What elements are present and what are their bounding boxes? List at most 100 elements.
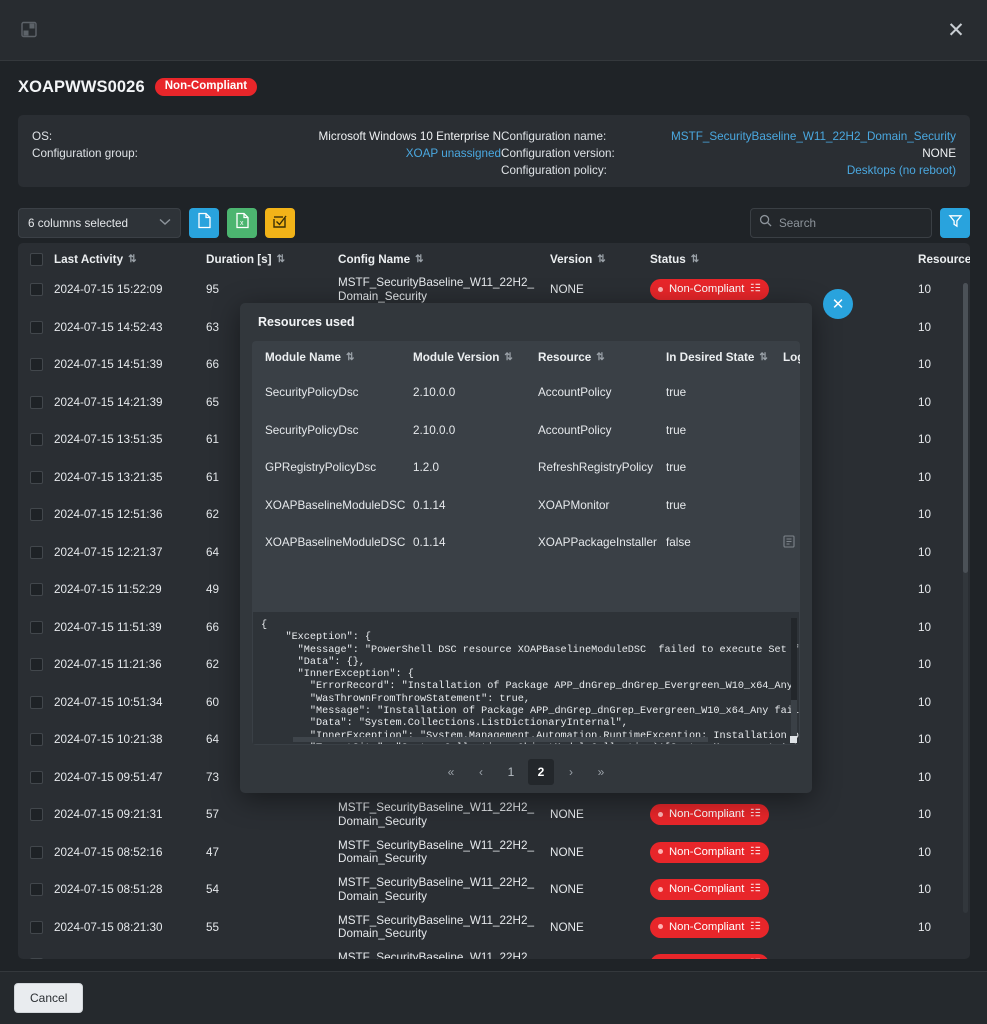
- resources-table-row[interactable]: SecurityPolicyDsc 2.10.0.0 AccountPolicy tr…: [252, 374, 800, 412]
- row-checkbox[interactable]: [29, 658, 43, 672]
- column-header-version[interactable]: Version ⇅: [550, 253, 650, 266]
- pagination-last-button[interactable]: »: [588, 759, 614, 785]
- exception-log-panel[interactable]: { "Exception": { "Message": "PowerShell …: [253, 612, 799, 744]
- search-box[interactable]: [750, 208, 932, 238]
- row-checkbox[interactable]: [29, 883, 43, 897]
- column-header-status[interactable]: Status ⇅: [650, 253, 918, 266]
- table-scrollbar[interactable]: [963, 283, 968, 913]
- cell-status: Non-Compliant: [650, 879, 918, 901]
- column-selector-dropdown[interactable]: 6 columns selected: [18, 208, 181, 238]
- cell-in-desired-state: true: [666, 498, 687, 512]
- row-checkbox[interactable]: [29, 733, 43, 747]
- column-header-config-name[interactable]: Config Name ⇅: [338, 253, 550, 266]
- configuration-name-link[interactable]: MSTF_SecurityBaseline_W11_22H2_Domain_Se…: [671, 128, 956, 145]
- select-all-checkbox[interactable]: [29, 252, 43, 266]
- resources-table-row[interactable]: XOAPBaselineModuleDSC 0.1.14 XOAPPackageIn…: [252, 524, 800, 562]
- info-row-configuration-group: Configuration group: XOAP unassigned: [32, 145, 501, 162]
- column-header-module-name[interactable]: Module Name ⇅: [265, 351, 413, 364]
- pagination-first-button[interactable]: «: [438, 759, 464, 785]
- row-checkbox[interactable]: [29, 845, 43, 859]
- row-checkbox[interactable]: [29, 470, 43, 484]
- log-scrollbar-thumb[interactable]: [791, 618, 797, 700]
- modal-close-icon[interactable]: ✕: [823, 289, 853, 319]
- cell-config-name: MSTF_SecurityBaseline_W11_22H2_Domain_Se…: [338, 276, 534, 303]
- row-checkbox[interactable]: [29, 283, 43, 297]
- row-checkbox[interactable]: [29, 395, 43, 409]
- cell-config-name: MSTF_SecurityBaseline_W11_22H2_Doma: [338, 951, 534, 959]
- row-checkbox[interactable]: [29, 808, 43, 822]
- close-icon[interactable]: ✕: [943, 17, 969, 43]
- cancel-button[interactable]: Cancel: [14, 983, 84, 1013]
- column-header-duration[interactable]: Duration [s] ⇅: [206, 253, 338, 266]
- row-checkbox[interactable]: [29, 433, 43, 447]
- cell-last-activity: 2024-07-15 10:21:38: [54, 733, 163, 747]
- cell-version: NONE: [550, 283, 584, 297]
- pagination-prev-button[interactable]: ‹: [468, 759, 494, 785]
- status-badge[interactable]: Non-Compliant: [650, 879, 770, 901]
- cell-resource: 10: [918, 920, 932, 934]
- pagination-page-2[interactable]: 2: [528, 759, 554, 785]
- list-icon: [750, 882, 761, 896]
- row-checkbox-cell: [18, 958, 54, 959]
- row-checkbox[interactable]: [29, 320, 43, 334]
- export-excel-button[interactable]: x: [227, 208, 257, 238]
- pagination-page-1[interactable]: 1: [498, 759, 524, 785]
- select-rows-button[interactable]: [265, 208, 295, 238]
- cell-module-version: 1.2.0: [413, 461, 439, 475]
- log-hscrollbar-thumb[interactable]: [293, 737, 708, 742]
- table-row[interactable]: MSTF_SecurityBaseline_W11_22H2_Doma Non-C…: [18, 946, 970, 959]
- configuration-group-link[interactable]: XOAP unassigned: [202, 145, 501, 162]
- column-header-resource[interactable]: Resource ⇅: [918, 253, 970, 266]
- row-checkbox-cell: [18, 733, 54, 747]
- row-checkbox[interactable]: [29, 583, 43, 597]
- filter-button[interactable]: [940, 208, 970, 238]
- column-header-in-desired-state[interactable]: In Desired State ⇅: [666, 351, 783, 364]
- row-checkbox[interactable]: [29, 695, 43, 709]
- cell-log[interactable]: [783, 535, 800, 551]
- cell-in-desired-state: true: [666, 423, 687, 437]
- pagination-next-button[interactable]: ›: [558, 759, 584, 785]
- row-checkbox[interactable]: [29, 620, 43, 634]
- status-badge[interactable]: Non-Compliant: [650, 916, 770, 938]
- search-input[interactable]: [779, 216, 923, 230]
- row-checkbox[interactable]: [29, 770, 43, 784]
- resources-table-row[interactable]: XOAPBaselineModuleDSC 0.1.14 XOAPMonitor tr…: [252, 487, 800, 525]
- status-badge[interactable]: Non-Compliant: [650, 279, 770, 301]
- row-checkbox[interactable]: [29, 508, 43, 522]
- configuration-policy-link[interactable]: Desktops (no reboot): [671, 162, 956, 179]
- cell-last-activity: 2024-07-15 11:51:39: [54, 620, 162, 634]
- column-header-label: Resource: [538, 351, 592, 364]
- column-header-label: Duration [s]: [206, 252, 272, 266]
- row-checkbox-cell: [18, 395, 54, 409]
- table-row[interactable]: 2024-07-15 08:21:30 55 MSTF_SecurityBaseli…: [18, 909, 970, 947]
- table-row[interactable]: 2024-07-15 08:52:16 47 MSTF_SecurityBaseli…: [18, 834, 970, 872]
- status-badge[interactable]: Non-Compliant: [650, 954, 770, 959]
- cell-last-activity: 2024-07-15 13:51:35: [54, 433, 163, 447]
- sort-icon: ⇅: [128, 253, 136, 265]
- excel-file-icon: x: [235, 212, 250, 234]
- pdf-file-icon: [197, 212, 212, 234]
- modal-title: Resources used: [258, 315, 355, 329]
- status-label: Non-Compliant: [669, 845, 745, 858]
- log-icon[interactable]: [783, 535, 795, 551]
- resources-table-row[interactable]: GPRegistryPolicyDsc 1.2.0 RefreshRegistryP…: [252, 449, 800, 487]
- row-checkbox-cell: [18, 545, 54, 559]
- info-value: NONE: [922, 147, 956, 160]
- row-checkbox-cell: [18, 695, 54, 709]
- resources-table-row[interactable]: SecurityPolicyDsc 2.10.0.0 AccountPolicy tr…: [252, 412, 800, 450]
- column-header-last-activity[interactable]: Last Activity ⇅: [54, 253, 206, 266]
- row-checkbox[interactable]: [29, 358, 43, 372]
- row-checkbox[interactable]: [29, 545, 43, 559]
- status-badge[interactable]: Non-Compliant: [650, 841, 770, 863]
- column-header-resource[interactable]: Resource ⇅: [538, 351, 666, 364]
- table-scrollbar-thumb[interactable]: [963, 283, 968, 573]
- export-pdf-button[interactable]: [189, 208, 219, 238]
- cell-module-name: SecurityPolicyDsc: [265, 386, 359, 400]
- table-row[interactable]: 2024-07-15 08:51:28 54 MSTF_SecurityBaseli…: [18, 871, 970, 909]
- log-resize-handle[interactable]: [790, 736, 797, 743]
- status-badge[interactable]: Non-Compliant: [650, 804, 770, 826]
- row-checkbox[interactable]: [29, 920, 43, 934]
- table-row[interactable]: 2024-07-15 09:21:31 57 MSTF_SecurityBaseli…: [18, 796, 970, 834]
- column-header-module-version[interactable]: Module Version ⇅: [413, 351, 538, 364]
- row-checkbox[interactable]: [29, 958, 43, 959]
